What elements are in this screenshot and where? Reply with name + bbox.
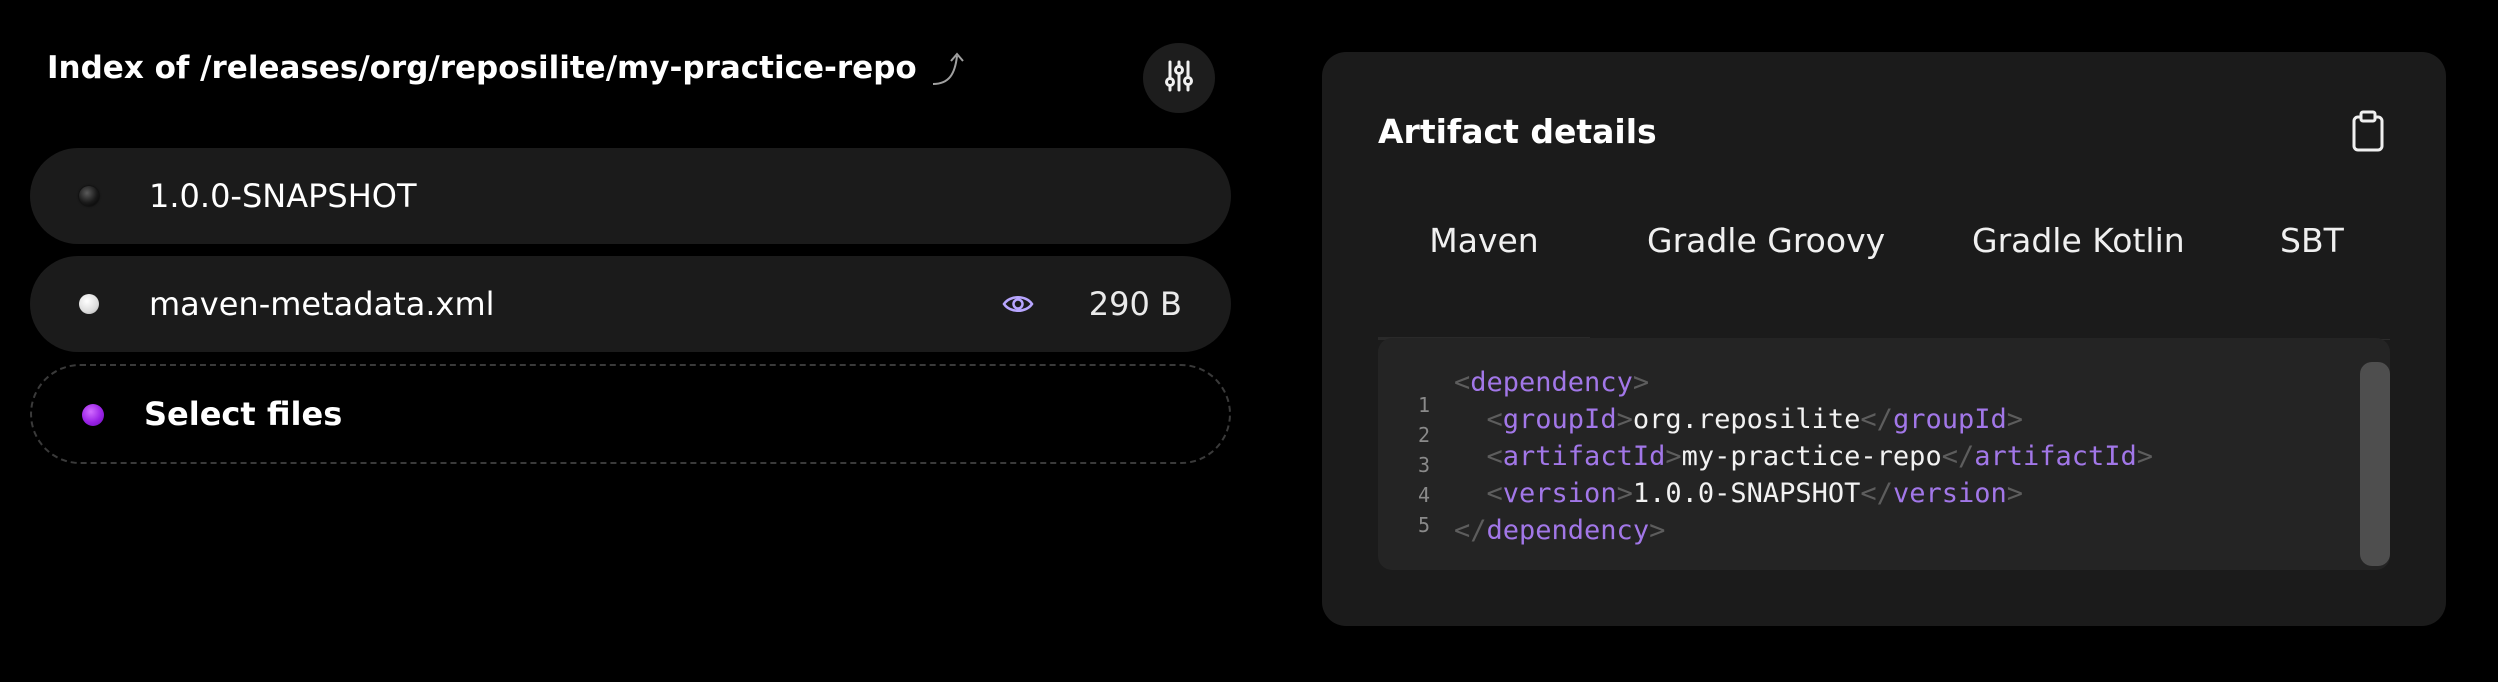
tab-gradle-groovy[interactable]: Gradle Groovy (1647, 202, 1885, 340)
code-value: my-practice-repo (1681, 441, 1942, 472)
code-tag: groupId (1892, 404, 2007, 435)
index-title: Index of /releases/org/reposilite/my-pra… (47, 50, 917, 86)
line-number: 2 (1418, 423, 1431, 447)
dependency-code-block[interactable]: 1 2 3 4 5 <dependency> <groupId>org.repo… (1378, 338, 2390, 570)
code-tag: version (1892, 478, 2007, 509)
artifact-details-title: Artifact details (1378, 112, 1657, 151)
file-size: 290 B (1088, 285, 1182, 323)
code-tag: groupId (1502, 404, 1617, 435)
build-tool-tabs: Maven Gradle Groovy Gradle Kotlin SBT (1378, 202, 2390, 340)
directory-dot-icon (79, 186, 99, 206)
code-value: 1.0.0-SNAPSHOT (1632, 478, 1861, 509)
code-tag: version (1502, 478, 1617, 509)
code-line: <artifactId>my-practice-repo</artifactId… (1486, 441, 2154, 472)
copy-button[interactable] (2346, 108, 2390, 158)
line-number: 4 (1418, 483, 1431, 507)
repository-browser: Index of /releases/org/reposilite/my-pra… (0, 0, 2498, 682)
code-value: org.reposilite (1632, 404, 1861, 435)
code-tag: artifactId (1974, 441, 2137, 472)
line-number: 3 (1418, 453, 1431, 477)
line-numbers: 1 2 3 4 5 (1418, 390, 1438, 540)
select-files-label: Select files (144, 395, 343, 433)
file-row-file[interactable]: maven-metadata.xml 290 B (30, 256, 1231, 352)
index-header: Index of /releases/org/reposilite/my-pra… (47, 48, 969, 88)
line-number: 5 (1418, 513, 1431, 537)
code-line: <version>1.0.0-SNAPSHOT</version> (1486, 478, 2023, 509)
code-tag: artifactId (1502, 441, 1666, 472)
arrow-up-curve-icon[interactable] (929, 48, 969, 88)
file-name: 1.0.0-SNAPSHOT (149, 177, 417, 215)
upload-dot-icon (82, 404, 104, 426)
eye-icon[interactable] (1001, 289, 1035, 319)
tab-sbt[interactable]: SBT (2280, 202, 2344, 340)
line-number: 1 (1418, 393, 1431, 417)
code-line: <groupId>org.reposilite</groupId> (1486, 404, 2023, 435)
artifact-details-card: Artifact details Maven Gradle Groovy Gra… (1322, 52, 2446, 626)
sliders-icon (1162, 59, 1196, 97)
tab-maven[interactable]: Maven (1378, 202, 1590, 340)
code-text: <dependency> <groupId>org.reposilite</gr… (1454, 364, 2153, 549)
select-files-dropzone[interactable]: Select files (30, 364, 1231, 464)
clipboard-icon (2351, 110, 2385, 156)
code-line: <dependency> (1454, 367, 1650, 398)
file-name: maven-metadata.xml (149, 285, 495, 323)
tab-gradle-kotlin[interactable]: Gradle Kotlin (1972, 202, 2185, 340)
code-line: </dependency> (1454, 515, 1666, 546)
file-dot-icon (79, 294, 99, 314)
code-tag: dependency (1486, 515, 1650, 546)
file-row-directory[interactable]: 1.0.0-SNAPSHOT (30, 148, 1231, 244)
code-tag: dependency (1470, 367, 1633, 398)
code-scrollbar[interactable] (2360, 362, 2390, 566)
settings-button[interactable] (1143, 43, 1215, 113)
